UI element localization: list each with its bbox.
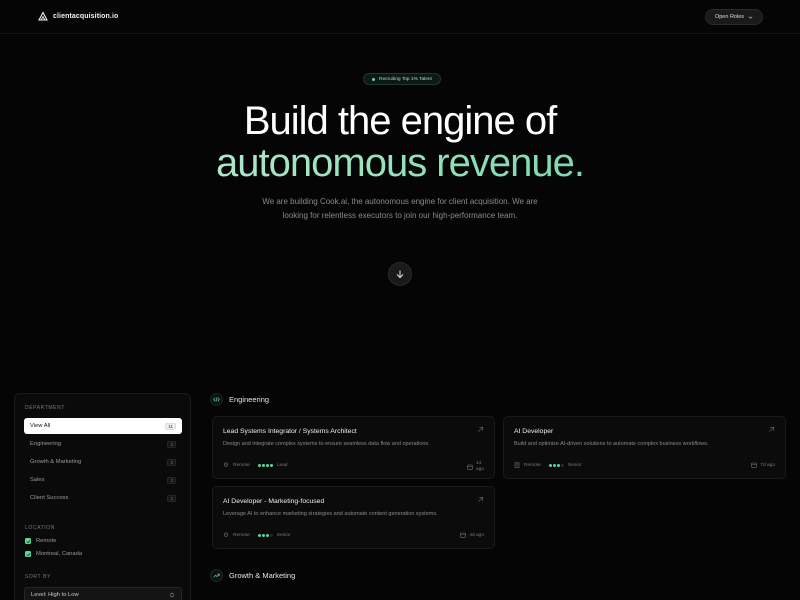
level-indicator xyxy=(257,463,273,467)
job-title: AI Developer xyxy=(514,428,554,435)
job-description: Build and optimize AI-driven solutions t… xyxy=(514,441,709,447)
status-dot-icon xyxy=(372,77,375,81)
top-navbar: clientacquisition.io Open Roles xyxy=(0,0,800,34)
arrow-down-icon xyxy=(396,270,404,279)
job-age: 14 ago xyxy=(467,461,484,473)
scroll-down-button[interactable] xyxy=(388,262,412,286)
level-indicator xyxy=(548,463,564,467)
job-card-ai-developer-marketing[interactable]: AI Developer - Marketing-focused Leverag… xyxy=(212,486,495,549)
job-meta: Remote Senior xyxy=(514,462,582,468)
section-title: Growth & Marketing xyxy=(229,571,296,580)
job-card-ai-developer[interactable]: AI Developer Build and optimize AI-drive… xyxy=(503,416,786,479)
job-age-line2: ago xyxy=(475,467,484,472)
recruiting-badge: Recruiting Top 1% Talent xyxy=(363,73,441,85)
calendar-icon xyxy=(751,462,758,468)
job-title: Lead Systems Integrator / Systems Archit… xyxy=(223,428,357,435)
chevron-down-icon xyxy=(748,15,753,19)
job-meta: Remote Senior xyxy=(223,532,291,538)
job-level: Senior xyxy=(567,462,582,468)
trending-up-icon xyxy=(210,569,223,582)
checkbox-checked-icon xyxy=(25,538,31,544)
logo[interactable]: clientacquisition.io xyxy=(38,11,118,21)
building-icon xyxy=(514,462,520,468)
dept-label: Engineering xyxy=(30,441,61,447)
job-location: Remote xyxy=(524,462,541,468)
job-description: Leverage AI to enhance marketing strateg… xyxy=(223,511,438,517)
job-card-lead-systems-integrator[interactable]: Lead Systems Integrator / Systems Archit… xyxy=(212,416,495,479)
dept-label: Growth & Marketing xyxy=(30,459,82,465)
dept-count: 3 xyxy=(167,458,176,466)
location-label-text: Montreal, Canada xyxy=(36,551,83,557)
dept-label: View All xyxy=(30,423,51,429)
location-label: LOCATION xyxy=(25,525,55,531)
location-label-text: Remote xyxy=(36,538,57,544)
arrow-up-right-icon xyxy=(478,496,484,502)
job-level: Lead xyxy=(276,462,288,468)
section-title: Engineering xyxy=(229,395,270,404)
open-roles-button[interactable]: Open Roles xyxy=(705,9,763,25)
arrow-up-right-icon xyxy=(478,426,484,432)
job-age: 4d ago xyxy=(460,532,484,538)
logo-text: clientacquisition.io xyxy=(53,12,119,20)
location-checkbox-montreal[interactable]: Montreal, Canada xyxy=(25,551,82,557)
dept-count: 2 xyxy=(167,494,176,502)
checkbox-checked-icon xyxy=(25,551,31,557)
level-indicator xyxy=(257,533,273,537)
filters-sidebar: DEPARTMENT View All 11 Engineering 3 Gro… xyxy=(14,393,191,600)
sort-value: Level: High to Low xyxy=(31,591,79,598)
location-pin-icon xyxy=(223,532,229,537)
job-age-text: 7d ago xyxy=(760,462,775,468)
badge-label: Recruiting Top 1% Talent xyxy=(379,76,432,82)
location-pin-icon xyxy=(223,462,229,467)
dept-count: 11 xyxy=(165,422,176,430)
dept-count: 3 xyxy=(167,476,176,484)
sort-select[interactable]: Level: High to Low xyxy=(24,587,182,600)
job-title: AI Developer - Marketing-focused xyxy=(223,498,325,505)
dept-item-engineering[interactable]: Engineering 3 xyxy=(24,436,182,452)
code-icon xyxy=(210,393,223,406)
sort-arrows-icon xyxy=(169,592,175,597)
logo-icon xyxy=(38,11,48,21)
section-growth-marketing-header: Growth & Marketing xyxy=(210,569,295,582)
hero-title-line2: autonomous revenue. xyxy=(0,140,800,186)
dept-label: Sales xyxy=(30,477,45,483)
job-location: Remote xyxy=(233,532,250,538)
open-roles-label: Open Roles xyxy=(714,14,745,20)
dept-count: 3 xyxy=(167,440,176,448)
job-meta: Remote Lead xyxy=(223,462,287,468)
sort-label: SORT BY xyxy=(25,574,51,580)
calendar-icon xyxy=(460,532,467,538)
dept-item-growth-marketing[interactable]: Growth & Marketing 3 xyxy=(24,454,182,470)
dept-item-client-success[interactable]: Client Success 2 xyxy=(24,490,182,506)
dept-item-view-all[interactable]: View All 11 xyxy=(24,418,182,434)
calendar-icon xyxy=(467,464,473,470)
job-level: Senior xyxy=(276,532,291,538)
job-location: Remote xyxy=(233,462,250,468)
dept-item-sales[interactable]: Sales 3 xyxy=(24,472,182,488)
location-checkbox-remote[interactable]: Remote xyxy=(25,538,56,544)
arrow-up-right-icon xyxy=(769,426,775,432)
department-label: DEPARTMENT xyxy=(25,405,65,411)
job-description: Design and integrate complex systems to … xyxy=(223,441,430,447)
job-age: 7d ago xyxy=(751,462,775,468)
hero-title-line1: Build the engine of xyxy=(243,99,557,143)
hero-subtitle: We are building Cook.ai, the autonomous … xyxy=(262,197,538,220)
job-age-text: 4d ago xyxy=(469,532,484,538)
dept-label: Client Success xyxy=(30,495,69,501)
section-engineering-header: Engineering xyxy=(210,393,269,406)
